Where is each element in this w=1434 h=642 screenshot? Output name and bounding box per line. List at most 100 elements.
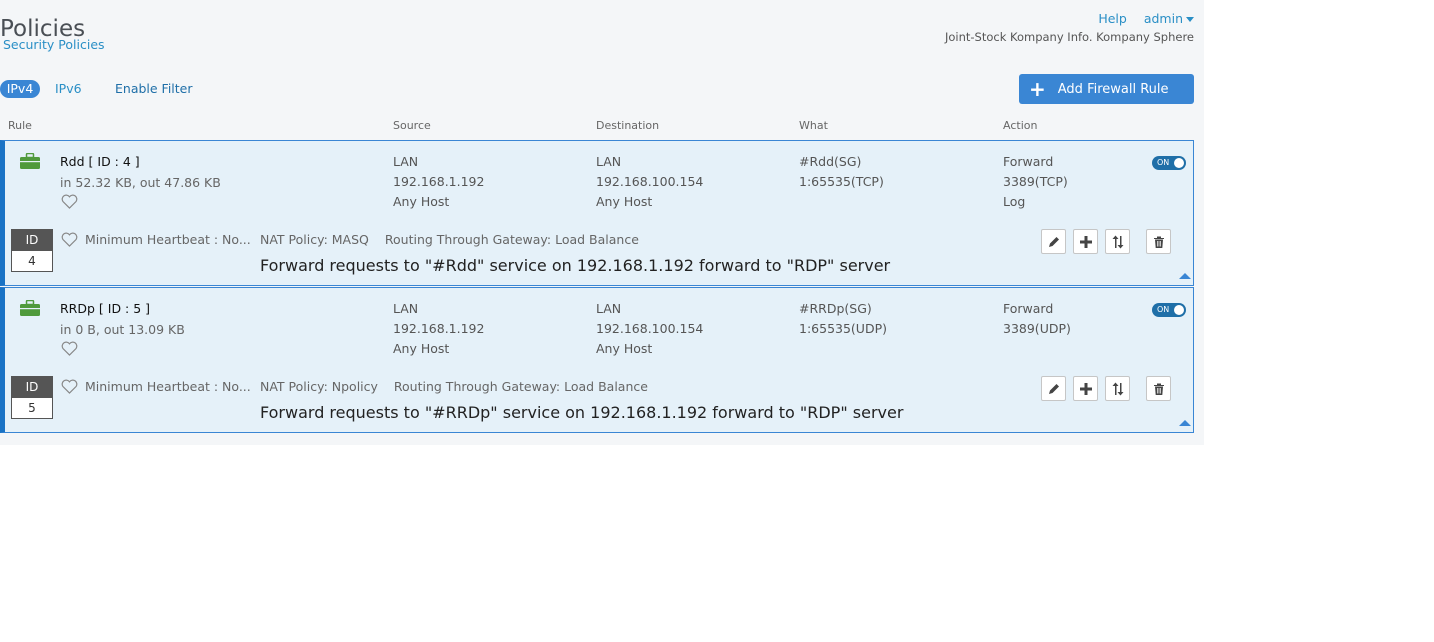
what-cell: #Rdd(SG) 1:65535(TCP) <box>799 152 884 192</box>
toggle-label: ON <box>1157 158 1170 167</box>
what-service: #RRDp(SG) <box>799 301 872 316</box>
source-address: 192.168.1.192 <box>393 321 485 336</box>
move-rule-button[interactable] <box>1105 229 1130 254</box>
user-name: admin <box>1143 11 1183 26</box>
edit-rule-button[interactable] <box>1041 229 1066 254</box>
app-window: Policies Security Policies Help admin Jo… <box>0 0 1204 445</box>
trash-icon <box>1153 236 1164 248</box>
header-right: Help admin Joint-Stock Kompany Info. Kom… <box>945 11 1194 44</box>
nat-routing-info: NAT Policy: MASQ Routing Through Gateway… <box>260 232 639 247</box>
action-cell: Forward 3389(UDP) <box>1003 299 1071 339</box>
delete-rule-button[interactable] <box>1146 376 1171 401</box>
move-arrows-icon <box>1112 382 1123 395</box>
enable-filter-link[interactable]: Enable Filter <box>115 80 193 98</box>
user-menu[interactable]: admin <box>1144 11 1194 26</box>
heart-icon[interactable] <box>61 194 78 209</box>
delete-rule-button[interactable] <box>1146 229 1171 254</box>
tab-ipv4[interactable]: IPv4 <box>0 80 40 98</box>
toggle-knob <box>1174 305 1184 315</box>
destination-address: 192.168.100.154 <box>596 174 704 189</box>
what-cell: #RRDp(SG) 1:65535(UDP) <box>799 299 887 339</box>
minimum-heartbeat: Minimum Heartbeat : No... <box>85 232 251 247</box>
minimum-heartbeat: Minimum Heartbeat : No... <box>85 379 251 394</box>
rule-enabled-toggle[interactable]: ON <box>1152 303 1186 317</box>
rule-name[interactable]: Rdd [ ID : 4 ] <box>60 154 140 169</box>
toggle-label: ON <box>1157 305 1170 314</box>
nat-routing-info: NAT Policy: Npolicy Routing Through Gate… <box>260 379 648 394</box>
rule-traffic: in 52.32 KB, out 47.86 KB <box>60 175 221 190</box>
source-zone: LAN <box>393 154 419 169</box>
add-rule-below-button[interactable] <box>1073 376 1098 401</box>
destination-zone: LAN <box>596 301 622 316</box>
move-arrows-icon <box>1112 235 1123 248</box>
add-rule-below-button[interactable] <box>1073 229 1098 254</box>
destination-address: 192.168.100.154 <box>596 321 704 336</box>
chevron-down-icon <box>1186 17 1194 22</box>
nat-policy: NAT Policy: Npolicy <box>260 379 378 394</box>
source-address: 192.168.1.192 <box>393 174 485 189</box>
source-cell: LAN 192.168.1.192 Any Host <box>393 152 484 212</box>
rule-description: Forward requests to "#Rdd" service on 19… <box>260 256 891 275</box>
rule-id-badge: ID 5 <box>11 376 53 419</box>
trash-icon <box>1153 383 1164 395</box>
routing-gateway: Routing Through Gateway: Load Balance <box>393 379 648 394</box>
rule-traffic: in 0 B, out 13.09 KB <box>60 322 185 337</box>
source-host: Any Host <box>393 194 450 209</box>
destination-zone: LAN <box>596 154 622 169</box>
action-log: Log <box>1003 194 1026 209</box>
destination-cell: LAN 192.168.100.154 Any Host <box>596 299 703 359</box>
add-firewall-rule-button[interactable]: + Add Firewall Rule <box>1019 74 1194 104</box>
action-type: Forward <box>1003 154 1054 169</box>
plus-icon <box>1079 235 1092 248</box>
caret-up-icon[interactable] <box>1179 420 1191 426</box>
toggle-knob <box>1174 158 1184 168</box>
id-label: ID <box>12 230 52 251</box>
tab-ipv6[interactable]: IPv6 <box>55 80 82 98</box>
column-header-destination[interactable]: Destination <box>596 119 659 132</box>
caret-up-icon[interactable] <box>1179 273 1191 279</box>
what-service: #Rdd(SG) <box>799 154 862 169</box>
action-cell: Forward 3389(TCP) Log <box>1003 152 1068 212</box>
heartbeat-heart-icon <box>61 232 78 247</box>
heart-icon[interactable] <box>61 341 78 356</box>
action-type: Forward <box>1003 301 1054 316</box>
routing-gateway: Routing Through Gateway: Load Balance <box>384 232 639 247</box>
edit-rule-button[interactable] <box>1041 376 1066 401</box>
column-header-rule[interactable]: Rule <box>8 119 32 132</box>
what-ports: 1:65535(TCP) <box>799 174 884 189</box>
what-ports: 1:65535(UDP) <box>799 321 887 336</box>
destination-cell: LAN 192.168.100.154 Any Host <box>596 152 703 212</box>
briefcase-icon <box>20 300 40 316</box>
rule-row[interactable]: Rdd [ ID : 4 ] in 52.32 KB, out 47.86 KB… <box>0 140 1194 286</box>
rule-enabled-toggle[interactable]: ON <box>1152 156 1186 170</box>
source-cell: LAN 192.168.1.192 Any Host <box>393 299 484 359</box>
company-name: Joint-Stock Kompany Info. Kompany Sphere <box>944 30 1194 44</box>
source-host: Any Host <box>393 341 450 356</box>
rule-row[interactable]: RRDp [ ID : 5 ] in 0 B, out 13.09 KB LAN… <box>0 287 1194 433</box>
rule-description: Forward requests to "#RRDp" service on 1… <box>260 403 904 422</box>
pencil-icon <box>1048 236 1059 247</box>
id-label: ID <box>12 377 52 398</box>
nat-policy: NAT Policy: MASQ <box>260 232 369 247</box>
source-zone: LAN <box>393 301 419 316</box>
briefcase-icon <box>20 153 40 169</box>
plus-icon: + <box>1029 77 1046 101</box>
help-link[interactable]: Help <box>1098 11 1127 26</box>
action-port: 3389(UDP) <box>1003 321 1071 336</box>
breadcrumb-security-policies[interactable]: Security Policies <box>3 37 105 52</box>
column-header-what[interactable]: What <box>799 119 828 132</box>
action-port: 3389(TCP) <box>1003 174 1068 189</box>
move-rule-button[interactable] <box>1105 376 1130 401</box>
add-firewall-rule-label: Add Firewall Rule <box>1057 81 1169 97</box>
plus-icon <box>1079 382 1092 395</box>
column-header-source[interactable]: Source <box>393 119 431 132</box>
id-value: 4 <box>28 254 36 268</box>
rule-name[interactable]: RRDp [ ID : 5 ] <box>60 301 150 316</box>
destination-host: Any Host <box>596 194 653 209</box>
pencil-icon <box>1048 383 1059 394</box>
rule-id-badge: ID 4 <box>11 229 53 272</box>
heartbeat-heart-icon <box>61 379 78 394</box>
column-header-action[interactable]: Action <box>1003 119 1037 132</box>
destination-host: Any Host <box>596 341 653 356</box>
id-value: 5 <box>28 401 36 415</box>
